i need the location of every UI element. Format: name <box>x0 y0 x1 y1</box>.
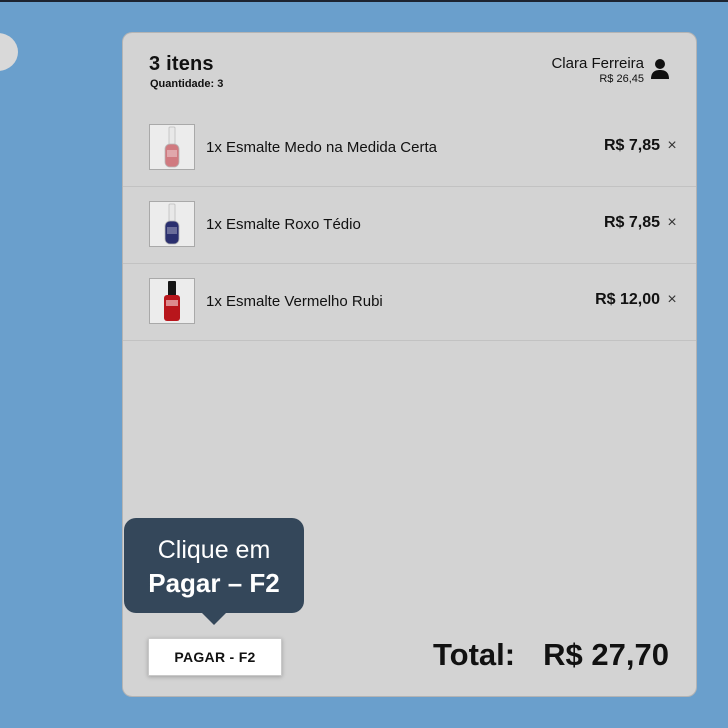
quantity-label: Quantidade: 3 <box>150 78 224 90</box>
pay-button[interactable]: PAGAR - F2 <box>148 638 282 676</box>
nail-polish-thumbnail <box>149 124 195 170</box>
cart-item: 1x Esmalte Medo na Medida Certa R$ 7,85 … <box>123 110 696 187</box>
total-value: R$ 27,70 <box>543 637 669 672</box>
top-border <box>0 0 728 2</box>
item-name: 1x Esmalte Medo na Medida Certa <box>206 139 437 156</box>
cart-item-list: 1x Esmalte Medo na Medida Certa R$ 7,85 … <box>123 110 696 341</box>
customer-amount: R$ 26,45 <box>599 73 644 85</box>
side-toggle-handle[interactable] <box>0 33 18 71</box>
item-price: R$ 12,00 <box>595 291 660 308</box>
nail-polish-thumbnail <box>149 201 195 247</box>
customer-name: Clara Ferreira <box>551 55 644 72</box>
pay-hint-tooltip: Clique em Pagar – F2 <box>124 518 304 625</box>
user-icon[interactable] <box>650 58 670 80</box>
cart-item: 1x Esmalte Vermelho Rubi R$ 12,00 × <box>123 264 696 341</box>
tooltip-line-1: Clique em <box>157 536 271 564</box>
item-price: R$ 7,85 <box>603 137 660 154</box>
item-name: 1x Esmalte Vermelho Rubi <box>206 293 383 310</box>
items-count: 3 itens <box>149 53 214 75</box>
cart-item: 1x Esmalte Roxo Tédio R$ 7,85 × <box>123 187 696 264</box>
cart-header: 3 itens Quantidade: 3 Clara Ferreira R$ … <box>123 33 696 109</box>
total-label: Total: <box>433 637 516 672</box>
nail-polish-thumbnail <box>149 278 195 324</box>
remove-item-icon[interactable]: × <box>665 136 679 156</box>
bottle-body <box>164 295 180 321</box>
item-price: R$ 7,85 <box>603 214 660 231</box>
tooltip-line-2: Pagar – F2 <box>148 568 280 598</box>
remove-item-icon[interactable]: × <box>665 213 679 233</box>
item-name: 1x Esmalte Roxo Tédio <box>206 216 361 233</box>
remove-item-icon[interactable]: × <box>665 290 679 310</box>
